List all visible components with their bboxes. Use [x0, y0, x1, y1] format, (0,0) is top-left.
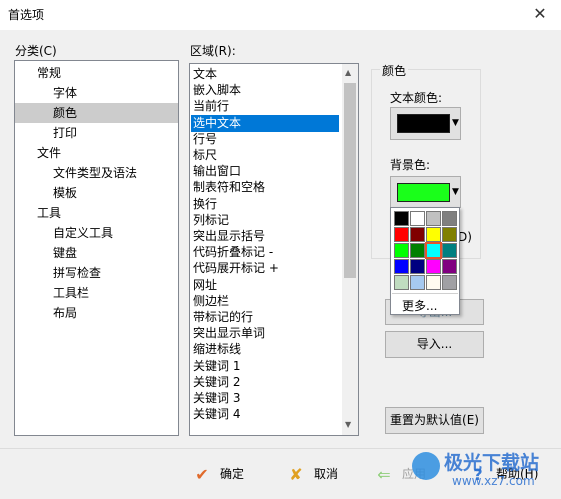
category-item[interactable]: 文件	[15, 143, 178, 163]
area-item[interactable]: 文本	[191, 66, 339, 83]
cancel-label: 取消	[314, 467, 339, 481]
color-cell[interactable]	[442, 275, 457, 290]
color-cell[interactable]	[410, 227, 425, 242]
text-color-picker[interactable]: ▼	[390, 107, 461, 140]
ok-label: 确定	[220, 467, 245, 481]
area-item[interactable]: 列标记	[191, 212, 339, 229]
area-item[interactable]: 标尺	[191, 147, 339, 164]
area-item[interactable]: 输出窗口	[191, 163, 339, 180]
area-item[interactable]: 关键词 4	[191, 406, 339, 423]
bg-color-picker[interactable]: ▼	[390, 176, 461, 208]
color-cell[interactable]	[410, 275, 425, 290]
apply-icon: ⇐	[377, 464, 391, 484]
category-item[interactable]: 拼写检查	[15, 263, 178, 283]
category-item[interactable]: 工具	[15, 203, 178, 223]
area-list[interactable]: ▲ ▼ 文本 嵌入脚本 当前行 选中文本 行号 标尺 输出窗口 制表符和空格 换行 列标记 突出显示…	[189, 63, 359, 436]
area-item[interactable]: 带标记的行	[191, 309, 339, 326]
text-color-swatch	[397, 114, 450, 133]
chevron-down-icon: ▼	[452, 187, 459, 197]
category-tree[interactable]: 常规 字体 颜色 打印 文件 文件类型及语法 模板 工具 自定义工具 键盘 拼写检查 工具栏 布局	[14, 60, 179, 436]
area-item[interactable]: 嵌入脚本	[191, 82, 339, 99]
area-item[interactable]: 突出显示单词	[191, 325, 339, 342]
category-item[interactable]: 文件类型及语法	[15, 163, 178, 183]
area-item[interactable]: 换行	[191, 196, 339, 213]
bold-checkbox-label-partial[interactable]: D)	[458, 230, 472, 244]
cross-icon: ✘	[289, 464, 303, 484]
more-colors-button[interactable]: 更多...	[402, 297, 437, 314]
reset-default-button[interactable]: 重置为默认值(E)	[385, 407, 484, 434]
cancel-button[interactable]: ✘ 取消	[286, 461, 338, 487]
title-bar: 首选项 ✕	[0, 0, 561, 30]
color-cell[interactable]	[426, 227, 441, 242]
color-cell[interactable]	[410, 259, 425, 274]
scroll-down-icon[interactable]: ▼	[345, 420, 351, 429]
color-cell[interactable]	[426, 275, 441, 290]
color-cell[interactable]	[426, 211, 441, 226]
watermark: 极光下载站 www.xz7.com	[412, 446, 552, 496]
category-label: 分类(C)	[15, 44, 57, 58]
watermark-logo-icon	[412, 452, 440, 480]
area-item[interactable]: 当前行	[191, 98, 339, 115]
area-item[interactable]: 选中文本	[191, 114, 339, 132]
area-item[interactable]: 制表符和空格	[191, 179, 339, 196]
color-cell[interactable]	[442, 211, 457, 226]
scrollbar-thumb[interactable]	[344, 83, 356, 278]
color-cell[interactable]	[394, 243, 409, 258]
area-item[interactable]: 侧边栏	[191, 293, 339, 310]
color-cell[interactable]	[426, 259, 441, 274]
category-item[interactable]: 布局	[15, 303, 178, 323]
color-cell[interactable]	[425, 242, 442, 259]
color-cell[interactable]	[394, 211, 409, 226]
popup-divider	[392, 293, 458, 294]
area-scrollbar[interactable]: ▲ ▼	[342, 64, 358, 435]
color-cell[interactable]	[442, 259, 457, 274]
area-item[interactable]: 关键词 3	[191, 390, 339, 407]
text-color-label: 文本颜色:	[390, 91, 443, 105]
category-item[interactable]: 字体	[15, 83, 178, 103]
color-cell[interactable]	[410, 211, 425, 226]
chevron-down-icon: ▼	[452, 118, 459, 128]
color-cell[interactable]	[394, 227, 409, 242]
color-popup[interactable]: 更多...	[390, 207, 460, 315]
check-icon: ✔	[195, 464, 209, 484]
watermark-url: www.xz7.com	[452, 474, 535, 488]
category-item[interactable]: 常规	[15, 63, 178, 83]
color-cell[interactable]	[442, 243, 457, 258]
category-item[interactable]: 自定义工具	[15, 223, 178, 243]
close-icon[interactable]: ✕	[527, 3, 553, 25]
area-item[interactable]: 关键词 1	[191, 358, 339, 375]
category-item[interactable]: 工具栏	[15, 283, 178, 303]
category-item[interactable]: 键盘	[15, 243, 178, 263]
color-cell[interactable]	[442, 227, 457, 242]
window-title: 首选项	[8, 8, 45, 22]
color-cell[interactable]	[394, 275, 409, 290]
watermark-name: 极光下载站	[444, 452, 540, 474]
ok-button[interactable]: ✔ 确定	[192, 461, 244, 487]
area-label: 区域(R):	[190, 44, 236, 58]
area-item[interactable]: 缩进标线	[191, 341, 339, 358]
scroll-up-icon[interactable]: ▲	[345, 68, 351, 77]
bg-color-label: 背景色:	[390, 158, 431, 172]
area-item[interactable]: 代码展开标记 +	[191, 260, 339, 277]
color-cell[interactable]	[410, 243, 425, 258]
area-item[interactable]: 突出显示括号	[191, 228, 339, 245]
color-cell[interactable]	[394, 259, 409, 274]
import-button[interactable]: 导入...	[385, 331, 484, 358]
category-item[interactable]: 颜色	[15, 103, 178, 123]
area-item[interactable]: 代码折叠标记 -	[191, 244, 339, 261]
area-item[interactable]: 关键词 2	[191, 374, 339, 391]
bg-color-swatch	[397, 183, 450, 202]
area-item[interactable]: 行号	[191, 131, 339, 148]
area-item[interactable]: 网址	[191, 277, 339, 294]
category-item[interactable]: 模板	[15, 183, 178, 203]
color-group-label: 颜色	[380, 62, 409, 79]
category-item[interactable]: 打印	[15, 123, 178, 143]
